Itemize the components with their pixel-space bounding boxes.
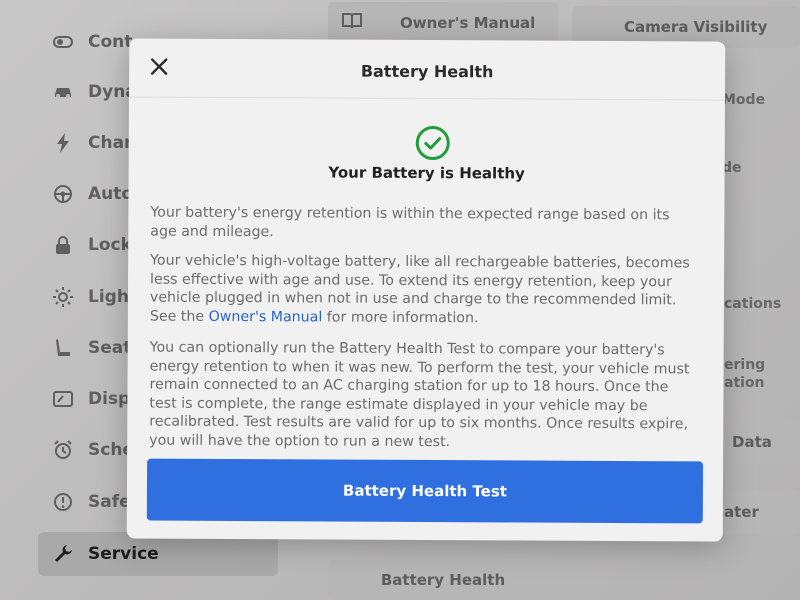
alert-icon [52, 491, 74, 513]
alarm-icon [52, 439, 74, 461]
background-text-ering: ering [724, 357, 766, 373]
battery-health-test-button[interactable]: Battery Health Test [146, 458, 704, 524]
test-info-paragraph: You can optionally run the Battery Healt… [149, 339, 690, 450]
sidebar-item-label: Cont [88, 32, 133, 52]
lightning-icon [52, 132, 74, 154]
sun-icon [52, 286, 74, 308]
retention-paragraph: Your battery's energy retention is withi… [150, 204, 670, 240]
battery-status-heading: Your Battery is Healthy [328, 163, 525, 183]
battery-health-button[interactable]: Battery Health [328, 560, 558, 600]
sidebar-item-label: Service [88, 544, 159, 564]
owners-manual-label: Owner's Manual [400, 14, 536, 32]
battery-health-label: Battery Health [380, 571, 506, 589]
sidebar-item-label: Char [88, 133, 133, 153]
battery-info-text-end: for more information. [322, 308, 479, 326]
sidebar-item-label: Lock [88, 235, 132, 255]
battery-health-modal: Battery Health Your Battery is Healthy Y… [126, 38, 726, 542]
toggle-icon [52, 31, 74, 53]
owners-manual-link[interactable]: Owner's Manual [209, 308, 323, 325]
steering-wheel-icon [52, 183, 74, 205]
camera-visibility-label: Camera Visibility [624, 18, 768, 36]
title-divider [129, 96, 726, 101]
battery-info-paragraph: Your vehicle's high-voltage battery, lik… [150, 252, 690, 329]
sidebar-item-label: Disp [88, 389, 131, 409]
owners-manual-button[interactable]: Owner's Manual [328, 2, 558, 44]
sidebar-item-label: Ligh [88, 287, 129, 307]
background-text-de: de [722, 160, 742, 176]
sidebar-item-label: Seat [88, 338, 132, 358]
seat-icon [52, 337, 74, 359]
data-label: Data [732, 433, 772, 451]
lock-icon [52, 234, 74, 256]
heater-label: ater [724, 503, 759, 521]
background-text-mode: Mode [722, 92, 766, 108]
battery-health-test-label: Battery Health Test [342, 481, 508, 501]
background-text-cations: cations [724, 296, 782, 312]
check-circle-icon [415, 125, 451, 161]
book-icon [342, 13, 362, 33]
modal-title: Battery Health [360, 61, 494, 82]
wrench-icon [52, 543, 74, 565]
car-icon [52, 81, 74, 103]
sidebar-item-label: Safe [88, 492, 131, 512]
sidebar-item-label: Auto [88, 184, 134, 204]
display-icon [52, 388, 74, 410]
background-text-ation: ation [724, 375, 765, 391]
